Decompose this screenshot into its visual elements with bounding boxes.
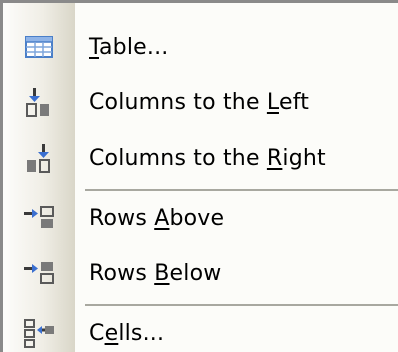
menu-item-table[interactable]: Table... [3,23,398,71]
insert-row-above-icon [21,200,57,236]
insert-column-right-icon [21,140,57,176]
menu-item-label: Cells... [89,320,165,346]
menu-item-label: Columns to the Right [89,145,326,171]
menu-item-label: Columns to the Left [89,89,310,115]
menu-item-rows-below[interactable]: Rows Below [3,249,398,297]
insert-column-left-icon [21,84,57,120]
insert-table-icon [21,29,57,65]
menu-item-columns-to-the-right[interactable]: Columns to the Right [3,134,398,182]
menu-item-rows-above[interactable]: Rows Above [3,194,398,242]
menu-item-cells[interactable]: Cells... [3,309,398,352]
menu-item-label: Rows Below [89,260,222,286]
menu-item-columns-to-the-left[interactable]: Columns to the Left [3,78,398,126]
menu-separator [85,304,398,306]
menu-item-label: Table... [89,34,169,60]
insert-table-submenu: Table... Columns to the Left Columns to … [0,0,398,352]
insert-cells-icon [21,315,57,351]
menu-separator [85,189,398,191]
insert-row-below-icon [21,255,57,291]
menu-item-label: Rows Above [89,205,225,231]
